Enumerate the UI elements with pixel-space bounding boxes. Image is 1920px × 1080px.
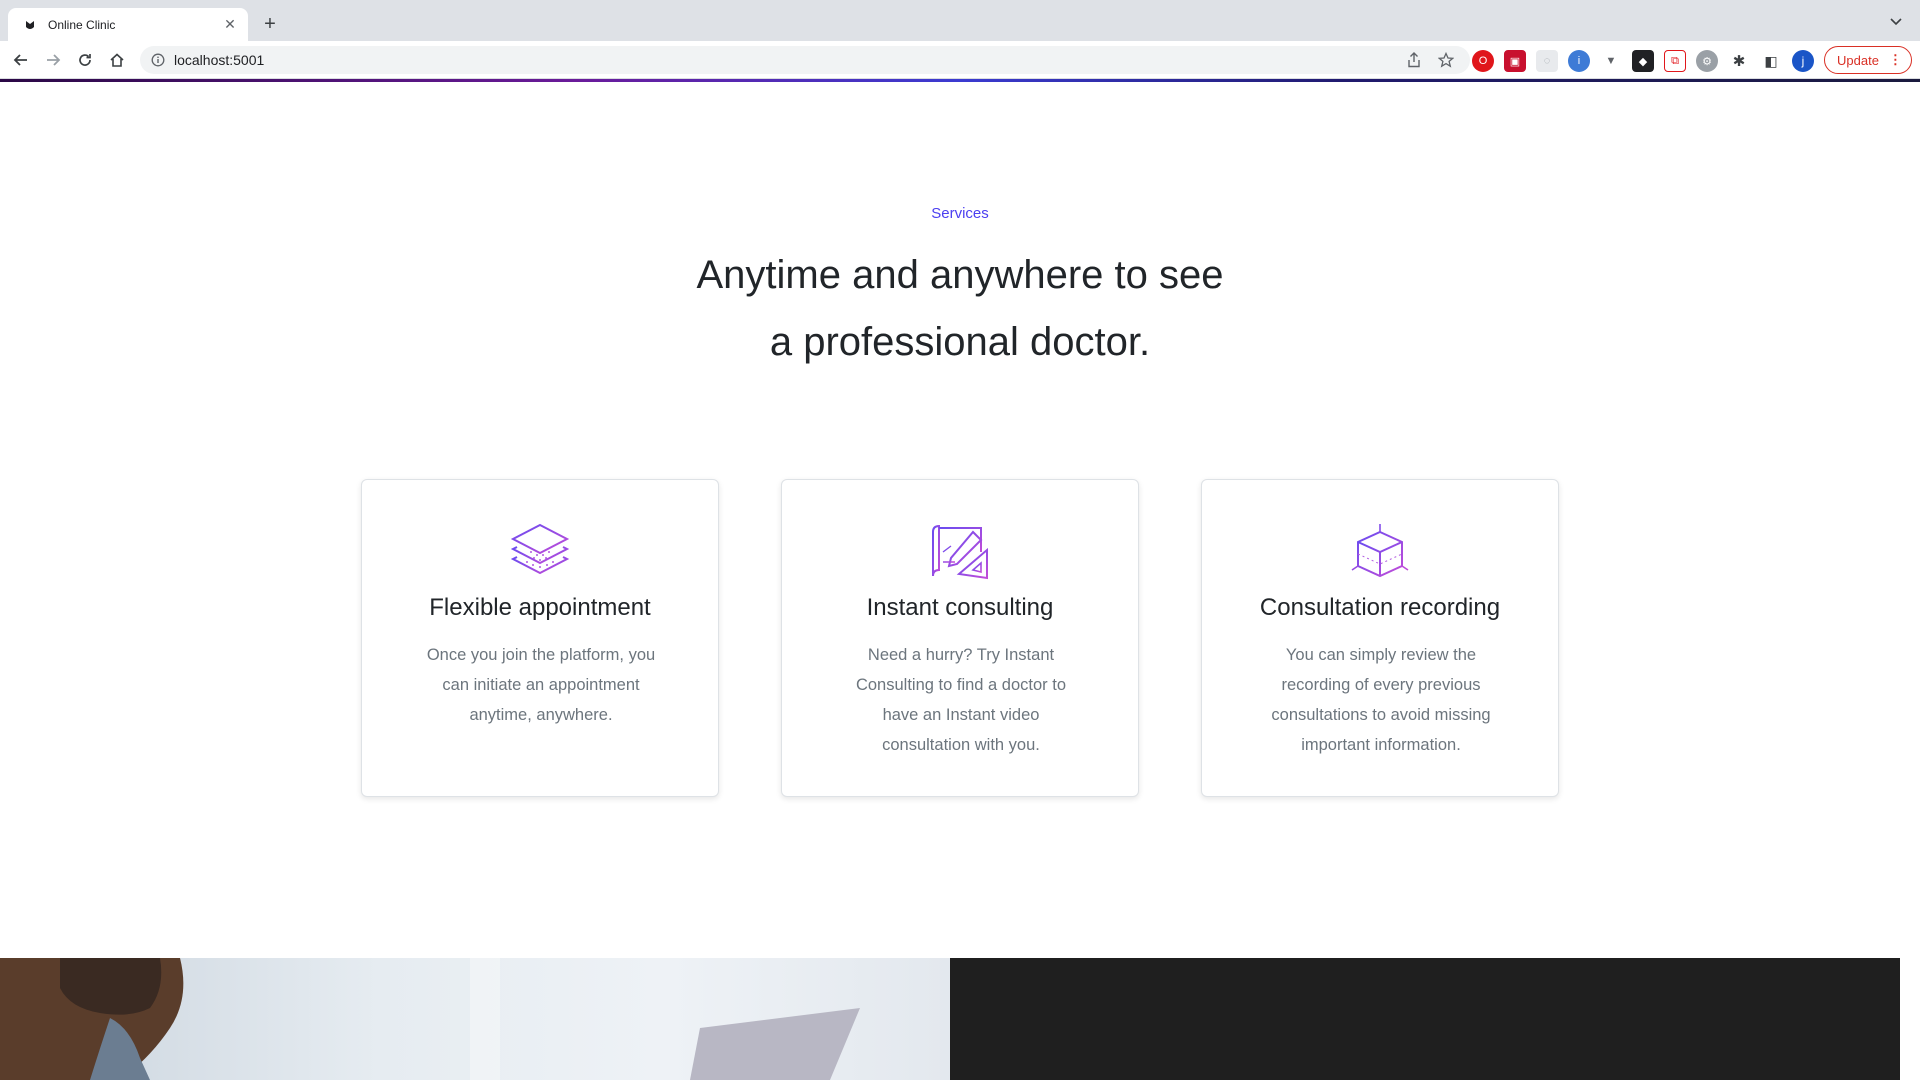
card-description: Once you join the platform, you can init… <box>426 646 656 724</box>
extensions-bar: O ▣ ◌ i ▼ ◆ ⧉ ⚙ ✱ ◧ j <box>1472 49 1814 73</box>
headline-line-1: Anytime and anywhere to see <box>696 253 1224 297</box>
opera-extension-icon[interactable]: O <box>1472 50 1494 72</box>
puzzle-red-extension-icon[interactable]: ⧉ <box>1664 50 1686 72</box>
extensions-puzzle-icon[interactable]: ✱ <box>1728 50 1750 72</box>
card-description: You can simply review the recording of e… <box>1271 646 1491 754</box>
card-title: Flexible appointment <box>429 594 651 621</box>
share-icon[interactable] <box>1404 50 1424 70</box>
cube-icon <box>1349 522 1411 585</box>
cube-extension-icon[interactable]: ◆ <box>1632 50 1654 72</box>
ghost-extension-icon[interactable]: ◌ <box>1536 50 1558 72</box>
service-card-flexible-appointment: Flexible appointment Once you join the p… <box>361 479 719 797</box>
profile-avatar[interactable]: j <box>1792 50 1814 72</box>
drafting-icon <box>929 522 991 585</box>
card-title: Instant consulting <box>866 594 1054 621</box>
vue-extension-icon[interactable]: ▼ <box>1600 50 1622 72</box>
doctor-photo <box>0 958 950 1080</box>
url-text: localhost:5001 <box>174 52 265 68</box>
page-content: Services Anytime and anywhere to see a p… <box>0 82 1920 1080</box>
section-eyebrow: Services <box>931 205 989 222</box>
reload-icon[interactable] <box>72 47 98 73</box>
section-headline: Anytime and anywhere to see a profession… <box>0 242 1920 376</box>
card-description: Need a hurry? Try Instant Consulting to … <box>855 646 1067 754</box>
home-icon[interactable] <box>104 47 130 73</box>
forward-icon[interactable] <box>40 47 66 73</box>
service-card-consultation-recording: Consultation recording You can simply re… <box>1201 479 1559 797</box>
browser-toolbar: localhost:5001 O ▣ ◌ i ▼ ◆ ⧉ ⚙ ✱ ◧ j Upd… <box>0 41 1920 79</box>
red-extension-icon[interactable]: ▣ <box>1504 50 1526 72</box>
chevron-down-icon[interactable] <box>1886 12 1906 32</box>
gear-extension-icon[interactable]: ⚙ <box>1696 50 1718 72</box>
blue-extension-icon[interactable]: i <box>1568 50 1590 72</box>
update-label: Update <box>1837 52 1879 68</box>
service-card-instant-consulting: Instant consulting Need a hurry? Try Ins… <box>781 479 1139 797</box>
site-info-icon[interactable] <box>150 52 166 68</box>
back-icon[interactable] <box>8 47 34 73</box>
side-panel-icon[interactable]: ◧ <box>1760 50 1782 72</box>
tab-title: Online Clinic <box>48 17 116 32</box>
dark-content-panel <box>950 958 1900 1080</box>
new-tab-icon[interactable]: + <box>258 12 282 36</box>
menu-dots-icon: ⋮ <box>1888 52 1902 67</box>
layers-icon <box>509 522 571 585</box>
clinic-favicon-icon <box>22 17 38 33</box>
card-title: Consultation recording <box>1259 594 1501 621</box>
browser-tabstrip: Online Clinic ✕ + <box>0 0 1920 41</box>
close-tab-icon[interactable]: ✕ <box>222 16 238 33</box>
headline-line-2: a professional doctor. <box>769 320 1151 364</box>
browser-tab[interactable]: Online Clinic ✕ <box>8 8 248 41</box>
bookmark-star-icon[interactable] <box>1436 50 1456 70</box>
address-bar[interactable]: localhost:5001 <box>140 46 1470 74</box>
update-button[interactable]: Update ⋮ <box>1824 46 1912 74</box>
